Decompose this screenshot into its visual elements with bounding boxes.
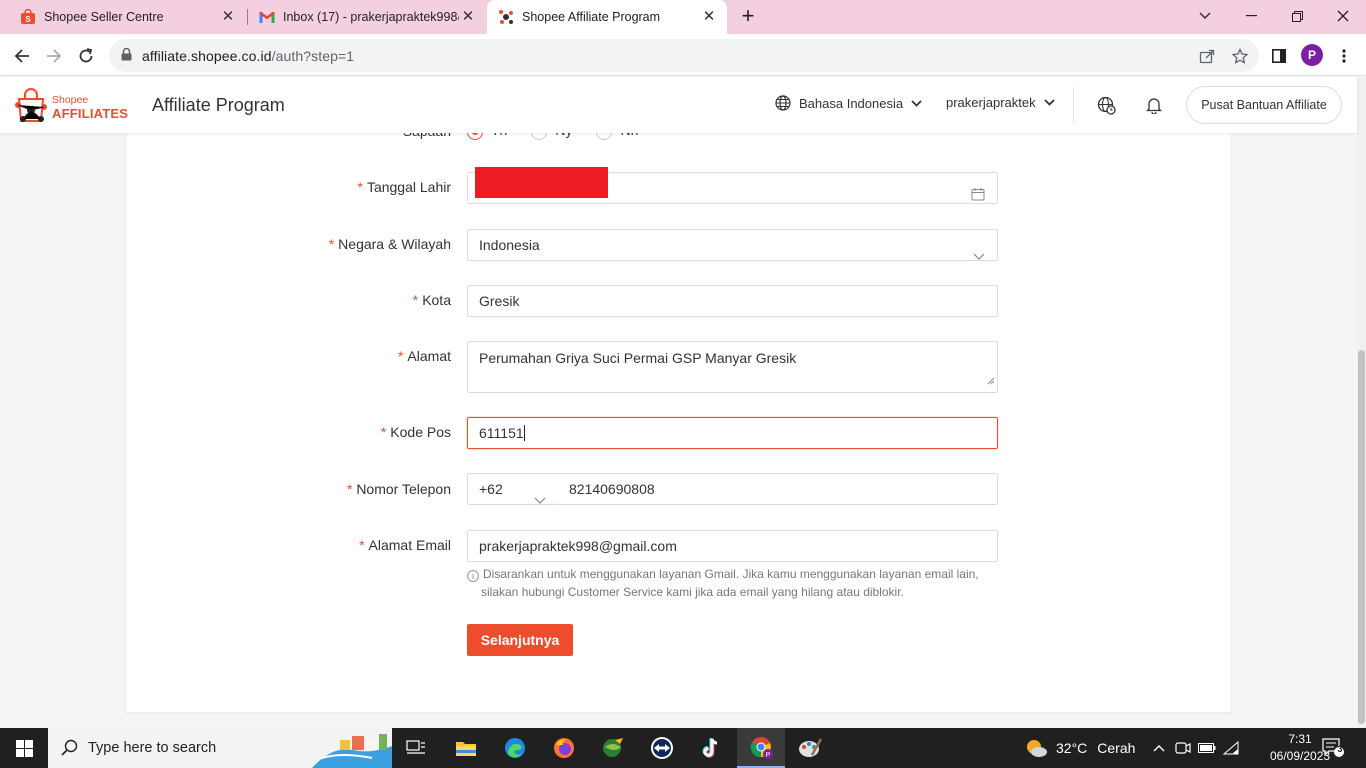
header-divider <box>1073 87 1074 123</box>
timezone-globe-icon[interactable] <box>1095 94 1117 116</box>
battery-icon[interactable] <box>1197 738 1217 758</box>
postal-code-input[interactable]: 611151 <box>467 417 998 449</box>
tab-gmail-inbox[interactable]: Inbox (17) - prakerjapraktek998@ ✕ <box>248 0 486 34</box>
tab-title: Shopee Affiliate Program <box>522 10 661 24</box>
chevron-down-icon <box>1043 99 1055 106</box>
chevron-down-icon <box>911 99 922 107</box>
bookmark-star-icon[interactable] <box>1230 46 1250 66</box>
task-view-icon[interactable] <box>392 728 440 768</box>
page-title: Affiliate Program <box>152 95 285 115</box>
close-tab-icon[interactable]: ✕ <box>460 9 476 25</box>
close-tab-icon[interactable]: ✕ <box>701 9 717 25</box>
shopee-bag-icon: S <box>20 9 36 25</box>
info-icon: i <box>467 570 479 582</box>
globe-icon <box>775 95 791 111</box>
weather-widget[interactable]: 32°C Cerah <box>1024 738 1135 758</box>
user-menu[interactable]: prakerjapraktek <box>946 95 1055 110</box>
browser-menu-icon[interactable] <box>1331 43 1357 69</box>
url-path: /auth?step=1 <box>271 48 355 64</box>
chevron-down-icon <box>534 485 546 515</box>
teamviewer-icon[interactable] <box>638 728 686 768</box>
page-scrollbar-thumb[interactable] <box>1358 350 1365 724</box>
paint-app-icon[interactable] <box>786 728 834 768</box>
shopee-affiliates-logo[interactable]: Shopee AFFILIATES <box>14 85 128 125</box>
city-label: * Kota <box>412 292 451 308</box>
affiliates-network-icon <box>15 88 47 122</box>
tiktok-icon[interactable] <box>687 728 735 768</box>
chevron-down-icon <box>973 241 985 271</box>
svg-text:S: S <box>25 15 31 24</box>
next-button[interactable]: Selanjutnya <box>467 624 573 656</box>
address-label: * Alamat <box>397 348 451 364</box>
tab-title: Shopee Seller Centre <box>44 10 164 24</box>
firefox-icon[interactable] <box>540 728 588 768</box>
tab-title: Inbox (17) - prakerjapraktek998@ <box>283 10 459 24</box>
phone-number-input[interactable]: 82140690808 <box>558 473 998 505</box>
resize-handle-icon[interactable] <box>987 370 995 390</box>
tab-shopee-seller-centre[interactable]: S Shopee Seller Centre ✕ <box>0 0 246 34</box>
email-input[interactable]: prakerjapraktek998@gmail.com <box>467 530 998 562</box>
birth-date-label: * Tanggal Lahir <box>357 179 451 195</box>
phone-label: * Nomor Telepon <box>346 481 451 497</box>
restore-button[interactable] <box>1274 0 1320 32</box>
address-bar[interactable]: affiliate.shopee.co.id/auth?step=1 <box>109 39 1259 72</box>
windows-start-icon[interactable] <box>0 728 48 768</box>
profile-avatar[interactable]: P <box>1301 44 1323 66</box>
tab-search-chevron-icon[interactable] <box>1182 0 1228 32</box>
site-header: Shopee AFFILIATES Affiliate Program Baha… <box>0 77 1357 133</box>
meet-now-icon[interactable] <box>1173 738 1193 758</box>
svg-text:P: P <box>766 752 771 759</box>
lock-icon[interactable] <box>121 47 132 66</box>
search-highlight-illustration <box>312 734 392 768</box>
file-explorer-icon[interactable] <box>442 728 490 768</box>
calendar-icon[interactable] <box>971 181 985 211</box>
side-panel-icon[interactable] <box>1266 43 1292 69</box>
close-tab-icon[interactable]: ✕ <box>220 9 236 25</box>
wifi-icon[interactable] <box>1221 738 1241 758</box>
notification-count-badge: 3 <box>1337 744 1343 754</box>
new-tab-button[interactable]: + <box>736 5 760 29</box>
gmail-icon <box>259 9 275 25</box>
share-icon[interactable] <box>1197 46 1217 66</box>
reload-icon[interactable] <box>73 43 99 69</box>
browser-toolbar: affiliate.shopee.co.id/auth?step=1 P <box>0 34 1366 76</box>
search-icon <box>61 739 78 761</box>
minimize-button[interactable] <box>1228 0 1274 32</box>
shopee-affiliate-icon <box>498 9 514 25</box>
country-label: * Negara & Wilayah <box>328 236 451 252</box>
forward-arrow-icon[interactable] <box>41 43 67 69</box>
city-input[interactable]: Gresik <box>467 285 998 317</box>
tab-shopee-affiliate[interactable]: Shopee Affiliate Program ✕ <box>487 0 727 34</box>
back-arrow-icon[interactable] <box>9 43 35 69</box>
notification-center-icon[interactable]: 3 <box>1322 738 1344 763</box>
taskbar-search-box[interactable]: Type here to search <box>48 728 392 768</box>
help-center-button[interactable]: Pusat Bantuan Affiliate <box>1186 86 1342 124</box>
browser-tab-strip: S Shopee Seller Centre ✕ Inbox (17) - pr… <box>0 0 1366 34</box>
email-label: * Alamat Email <box>359 537 451 553</box>
bell-icon[interactable] <box>1143 94 1165 116</box>
chevron-up-icon[interactable] <box>1149 738 1169 758</box>
redacted-birth-date <box>475 167 608 198</box>
system-clock[interactable]: 7:31 06/09/2023 <box>1270 731 1330 765</box>
windows-taskbar: Type here to search P 32°C Cerah 7:31 06… <box>0 728 1366 768</box>
text-cursor <box>523 425 525 441</box>
country-select[interactable]: Indonesia <box>467 229 998 261</box>
cleanup-app-icon[interactable] <box>589 728 637 768</box>
chrome-icon[interactable]: P <box>737 728 785 768</box>
postal-code-label: * Kode Pos <box>380 424 451 440</box>
close-window-button[interactable] <box>1320 0 1366 32</box>
phone-country-code-select[interactable]: +62 <box>467 473 559 505</box>
email-hint: i Disarankan untuk menggunakan layanan Gm… <box>467 565 998 601</box>
edge-browser-icon[interactable] <box>491 728 539 768</box>
url-host: affiliate.shopee.co.id <box>142 48 272 64</box>
address-textarea[interactable]: Perumahan Griya Suci Permai GSP Manyar G… <box>467 341 998 393</box>
partly-sunny-icon <box>1024 738 1048 758</box>
language-selector[interactable]: Bahasa Indonesia <box>775 95 922 111</box>
